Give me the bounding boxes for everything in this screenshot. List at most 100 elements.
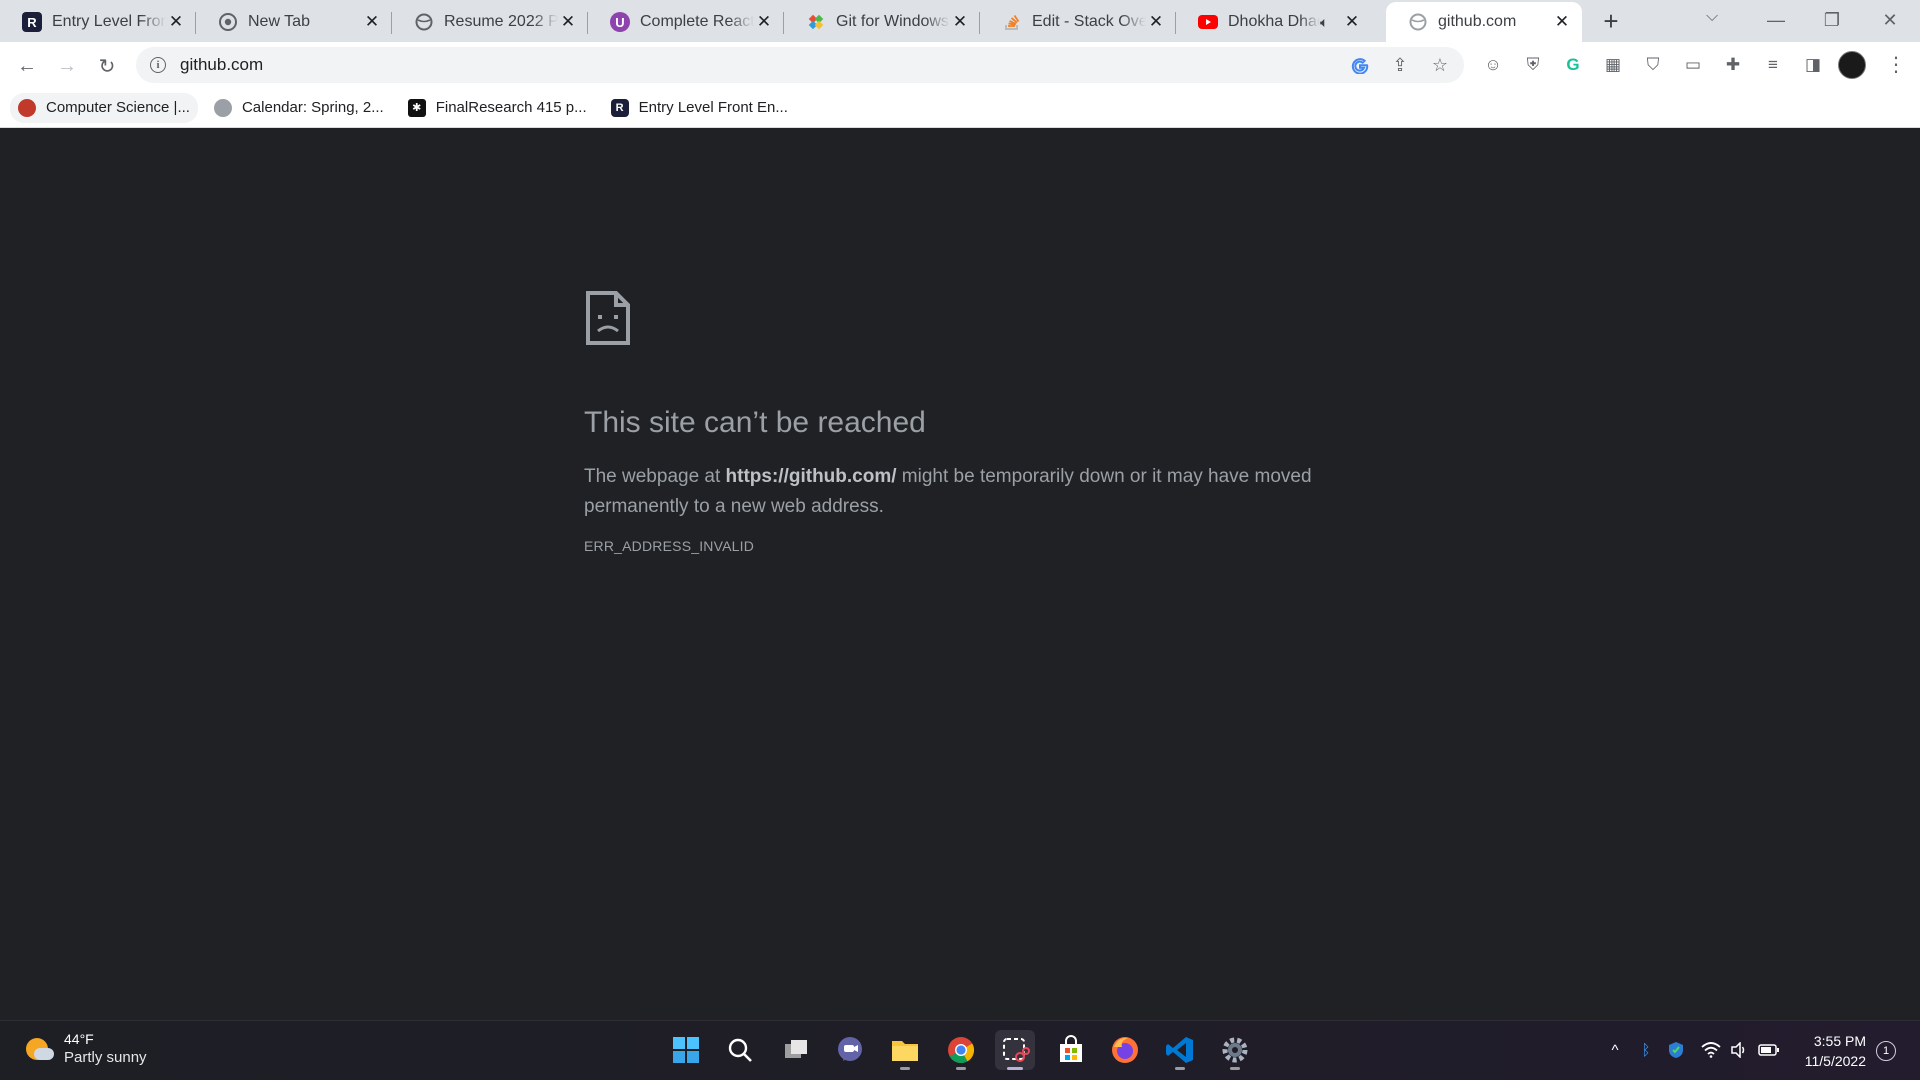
openai-icon: ✱ [407, 98, 426, 117]
tab-title: Git for Windows [836, 13, 949, 30]
bookmark-label: Computer Science |... [46, 99, 190, 116]
store-icon [1060, 1035, 1082, 1062]
share-icon[interactable]: ⇪ [1388, 53, 1412, 77]
tab-strip: R Entry Level Front E ✕ New Tab ✕ Resume… [0, 0, 1920, 42]
udemy-icon: U [610, 12, 630, 32]
tab-title: Edit - Stack Overflow [1032, 13, 1146, 30]
tab-stack-overflow[interactable]: Edit - Stack Overflow ✕ [980, 2, 1176, 42]
youtube-icon [1198, 12, 1218, 32]
bluetooth-icon[interactable]: ᛒ [1635, 1039, 1657, 1061]
reload-button[interactable]: ↻ [90, 49, 124, 83]
close-icon[interactable]: ✕ [1552, 12, 1572, 32]
bookmark-label: Entry Level Front En... [638, 99, 788, 116]
bookmark-final-research[interactable]: ✱ FinalResearch 415 p... [400, 93, 595, 123]
page-content: This site can’t be reached The webpage a… [0, 129, 1920, 1020]
defender-shield-icon[interactable] [1665, 1039, 1687, 1061]
gear-icon [1222, 1037, 1248, 1063]
info-icon[interactable]: i [150, 57, 166, 73]
system-clock[interactable]: 3:55 PM 11/5/2022 [1805, 1031, 1866, 1071]
close-icon[interactable]: ✕ [1146, 12, 1166, 32]
git-icon [806, 12, 826, 32]
tab-title: Dhokha Dhadi [1228, 13, 1320, 30]
minimize-button[interactable]: — [1748, 0, 1804, 40]
extension-grid-icon[interactable]: ▦ [1598, 50, 1628, 80]
tab-entry-level[interactable]: R Entry Level Front E ✕ [0, 2, 196, 42]
volume-icon[interactable] [1728, 1039, 1750, 1061]
microsoft-store-button[interactable] [1051, 1030, 1091, 1070]
new-tab-button[interactable]: + [1596, 6, 1626, 36]
folder-icon [892, 1041, 918, 1061]
url-text[interactable]: github.com [180, 55, 263, 75]
close-icon[interactable]: ✕ [950, 12, 970, 32]
tab-resume[interactable]: Resume 2022 Practice ✕ [392, 2, 588, 42]
tab-new-tab[interactable]: New Tab ✕ [196, 2, 392, 42]
chat-icon [838, 1037, 862, 1061]
weather-widget[interactable]: 44°F Partly sunny [24, 1031, 147, 1067]
teams-chat-button[interactable] [830, 1030, 870, 1070]
search-button[interactable] [720, 1030, 760, 1070]
battery-icon[interactable] [1758, 1039, 1780, 1061]
close-icon[interactable]: ✕ [362, 12, 382, 32]
partly-sunny-icon [24, 1034, 54, 1064]
r-logo-icon: R [22, 12, 42, 32]
address-bar[interactable]: i github.com ⇪ ☆ [136, 47, 1464, 83]
globe-icon [414, 12, 434, 32]
puzzle-icon[interactable]: ✚ [1718, 50, 1748, 80]
star-icon[interactable]: ☆ [1428, 53, 1452, 77]
media-control-icon[interactable]: ≡ [1758, 50, 1788, 80]
wifi-icon[interactable] [1700, 1039, 1722, 1061]
close-window-button[interactable]: ✕ [1862, 0, 1918, 40]
tab-git-windows[interactable]: Git for Windows ✕ [784, 2, 980, 42]
profile-avatar[interactable] [1838, 51, 1866, 79]
restore-button[interactable]: ❐ [1804, 0, 1860, 40]
start-button[interactable] [666, 1030, 706, 1070]
snipping-tool-button[interactable] [995, 1030, 1035, 1070]
clock-date: 11/5/2022 [1804, 1053, 1866, 1069]
shield-icon[interactable]: ⛉ [1638, 50, 1668, 80]
cast-icon[interactable]: ▭ [1678, 50, 1708, 80]
file-explorer-button[interactable] [885, 1030, 925, 1070]
tab-search-icon[interactable]: ⌵ [1706, 8, 1718, 26]
ublock-shield-icon[interactable]: ⛨ [1518, 50, 1548, 80]
firefox-button[interactable] [1105, 1030, 1145, 1070]
vscode-button[interactable] [1160, 1030, 1200, 1070]
bookmark-computer-science[interactable]: Computer Science |... [10, 92, 198, 123]
tab-complete-react[interactable]: U Complete React Dev ✕ [588, 2, 784, 42]
tab-github[interactable]: github.com ✕ [1386, 2, 1582, 42]
settings-button[interactable] [1215, 1030, 1255, 1070]
notification-badge[interactable]: 1 [1876, 1041, 1896, 1061]
extension-face-icon[interactable]: ☺ [1478, 50, 1508, 80]
grammarly-icon[interactable]: G [1558, 50, 1588, 80]
close-icon[interactable]: ✕ [1342, 12, 1362, 32]
side-panel-icon[interactable]: ◨ [1798, 50, 1828, 80]
speaker-icon[interactable]: 🔈︎ [1320, 14, 1338, 31]
clock-time: 3:55 PM [1813, 1033, 1866, 1049]
snipping-tool-icon [1003, 1038, 1030, 1062]
university-seal-icon [18, 98, 36, 117]
menu-dots-icon[interactable]: ⋮ [1886, 55, 1906, 75]
error-container: This site can’t be reached The webpage a… [584, 289, 1344, 554]
close-icon[interactable]: ✕ [754, 12, 774, 32]
tab-dhokha-dhadi[interactable]: Dhokha Dhadi 🔈︎ ✕ [1176, 2, 1372, 42]
chrome-taskbar-button[interactable] [941, 1030, 981, 1070]
tab-title: Entry Level Front E [52, 13, 166, 30]
globe-icon [1408, 12, 1428, 32]
error-desc-text: The webpage at [584, 466, 726, 487]
error-description: The webpage at https://github.com/ might… [584, 462, 1344, 522]
google-icon[interactable] [1348, 53, 1372, 77]
bookmark-entry-level[interactable]: R Entry Level Front En... [603, 93, 796, 123]
close-icon[interactable]: ✕ [166, 12, 186, 32]
forward-button[interactable]: → [50, 49, 84, 83]
task-view-button[interactable] [776, 1030, 816, 1070]
globe-icon [213, 98, 232, 117]
tab-title: github.com [1438, 13, 1517, 30]
sad-document-icon [586, 291, 630, 345]
bookmark-calendar[interactable]: Calendar: Spring, 2... [206, 93, 392, 123]
vscode-icon [1166, 1037, 1193, 1063]
error-code: ERR_ADDRESS_INVALID [584, 538, 755, 554]
toolbar: ← → ↻ i github.com ⇪ ☆ ☺ ⛨ G ▦ ⛉ ▭ ✚ ≡ ◨… [0, 42, 1920, 88]
tab-title: New Tab [248, 13, 310, 30]
chevron-up-icon[interactable]: ^ [1604, 1039, 1626, 1061]
close-icon[interactable]: ✕ [558, 12, 578, 32]
back-button[interactable]: ← [10, 49, 44, 83]
